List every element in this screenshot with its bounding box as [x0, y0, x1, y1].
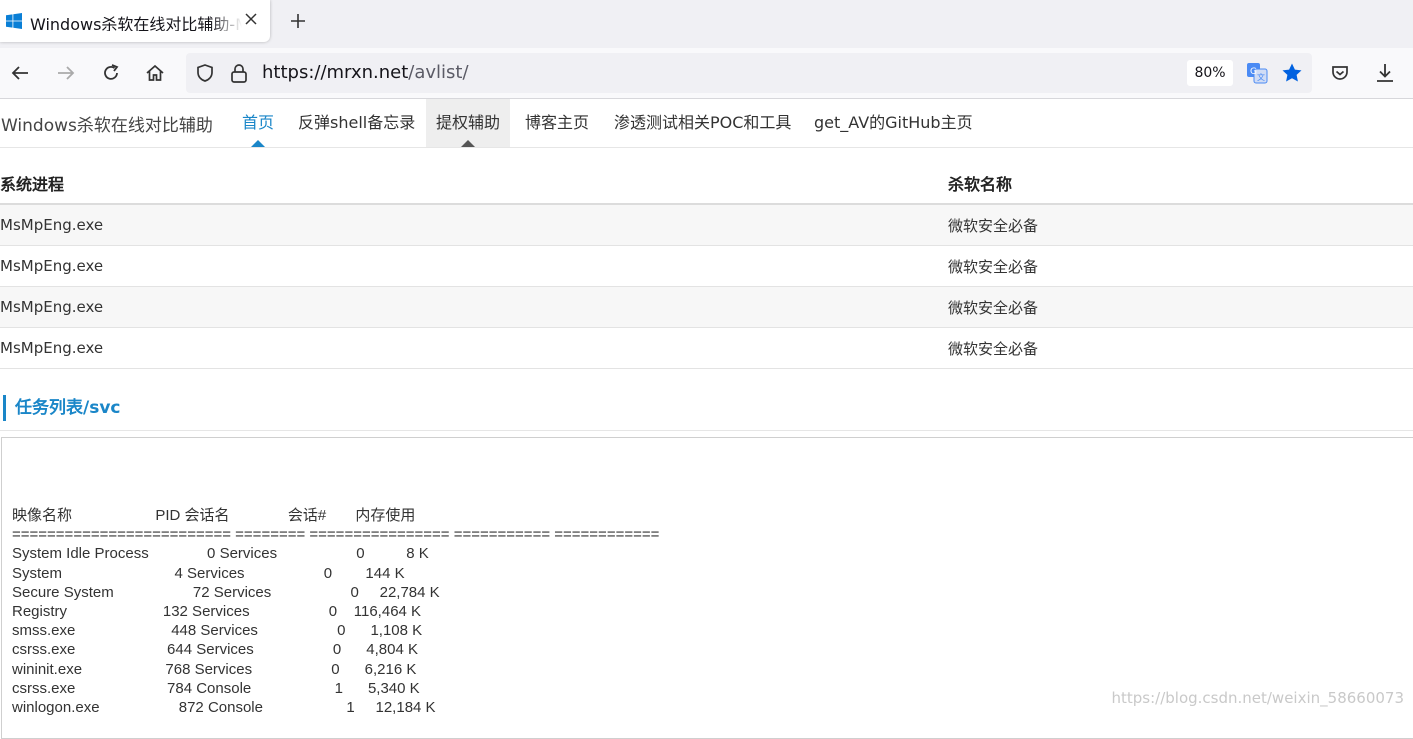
- process-cell: MsMpEng.exe: [0, 245, 948, 287]
- tab-title: Windows杀软在线对比辅助-Mrxn: [30, 15, 242, 31]
- nav-item-reverse-shell[interactable]: 反弹shell备忘录: [298, 99, 415, 147]
- process-cell: MsMpEng.exe: [0, 327, 948, 369]
- pocket-icon[interactable]: [1330, 63, 1350, 83]
- nav-item-label: 首页: [242, 113, 275, 132]
- url-text[interactable]: https://mrxn.net/avlist/: [262, 62, 469, 83]
- column-header-av-name: 杀软名称: [948, 162, 1413, 205]
- nav-item-label: 反弹shell备忘录: [298, 113, 416, 132]
- av-name-cell: 微软安全必备: [948, 327, 1413, 369]
- address-bar[interactable]: https://mrxn.net/avlist/ 80% G 文: [186, 53, 1312, 93]
- back-arrow-icon[interactable]: [10, 63, 30, 83]
- av-name-cell: 微软安全必备: [948, 204, 1413, 246]
- navigation-toolbar: https://mrxn.net/avlist/ 80% G 文: [0, 48, 1413, 99]
- new-tab-plus-icon[interactable]: [288, 11, 308, 31]
- nav-item-blog[interactable]: 博客主页: [525, 99, 589, 147]
- nav-item-label: 提权辅助: [436, 113, 501, 132]
- table-row: MsMpEng.exe 微软安全必备: [0, 204, 1413, 246]
- home-icon[interactable]: [145, 63, 165, 83]
- nav-item-home[interactable]: 首页: [242, 99, 274, 147]
- tracking-protection-shield-icon[interactable]: [195, 63, 215, 83]
- process-cell: MsMpEng.exe: [0, 204, 948, 246]
- windows-logo-icon: [6, 13, 22, 29]
- browser-tab[interactable]: Windows杀软在线对比辅助-Mrxn: [0, 0, 270, 42]
- forward-arrow-icon[interactable]: [56, 63, 76, 83]
- column-header-process: 系统进程: [0, 162, 948, 205]
- bookmark-star-icon[interactable]: [1281, 62, 1303, 84]
- svg-text:G: G: [1250, 67, 1257, 77]
- site-navigation: Windows杀软在线对比辅助 首页 反弹shell备忘录 提权辅助 博客主页 …: [0, 99, 1413, 148]
- table-row: MsMpEng.exe 微软安全必备: [0, 245, 1413, 287]
- svg-text:文: 文: [1257, 72, 1265, 82]
- nav-item-label: get_AV的GitHub主页: [814, 113, 973, 132]
- section-title: 任务列表/svc: [3, 395, 121, 421]
- translate-icon[interactable]: G 文: [1246, 62, 1268, 84]
- site-brand[interactable]: Windows杀软在线对比辅助: [1, 111, 213, 136]
- tasklist-output: 映像名称 PID 会话名 会话# 内存使用 ==================…: [12, 507, 660, 717]
- active-caret-icon: [251, 140, 265, 147]
- table-header-row: 系统进程 杀软名称: [0, 162, 1413, 205]
- table-row: MsMpEng.exe 微软安全必备: [0, 327, 1413, 369]
- download-icon[interactable]: [1375, 62, 1395, 84]
- av-name-cell: 微软安全必备: [948, 245, 1413, 287]
- table-row: MsMpEng.exe 微软安全必备: [0, 286, 1413, 328]
- nav-item-label: 博客主页: [525, 113, 590, 132]
- nav-item-github[interactable]: get_AV的GitHub主页: [814, 99, 973, 147]
- zoom-level-badge[interactable]: 80%: [1187, 60, 1233, 86]
- nav-item-privesc[interactable]: 提权辅助: [426, 99, 511, 147]
- nav-item-pentest-poc[interactable]: 渗透测试相关POC和工具: [614, 99, 791, 147]
- nav-item-label: 渗透测试相关POC和工具: [614, 113, 792, 132]
- av-result-table: 系统进程 杀软名称 MsMpEng.exe 微软安全必备 MsMpEng.exe…: [0, 162, 1413, 369]
- process-cell: MsMpEng.exe: [0, 286, 948, 328]
- tab-strip: Windows杀软在线对比辅助-Mrxn: [0, 0, 1413, 48]
- reload-icon[interactable]: [101, 63, 121, 83]
- close-tab-icon[interactable]: [244, 12, 258, 26]
- hover-caret-icon: [461, 140, 475, 147]
- av-name-cell: 微软安全必备: [948, 286, 1413, 328]
- section-divider: [0, 430, 1413, 431]
- watermark: https://blog.csdn.net/weixin_58660073: [1111, 689, 1404, 707]
- lock-icon[interactable]: [230, 63, 248, 83]
